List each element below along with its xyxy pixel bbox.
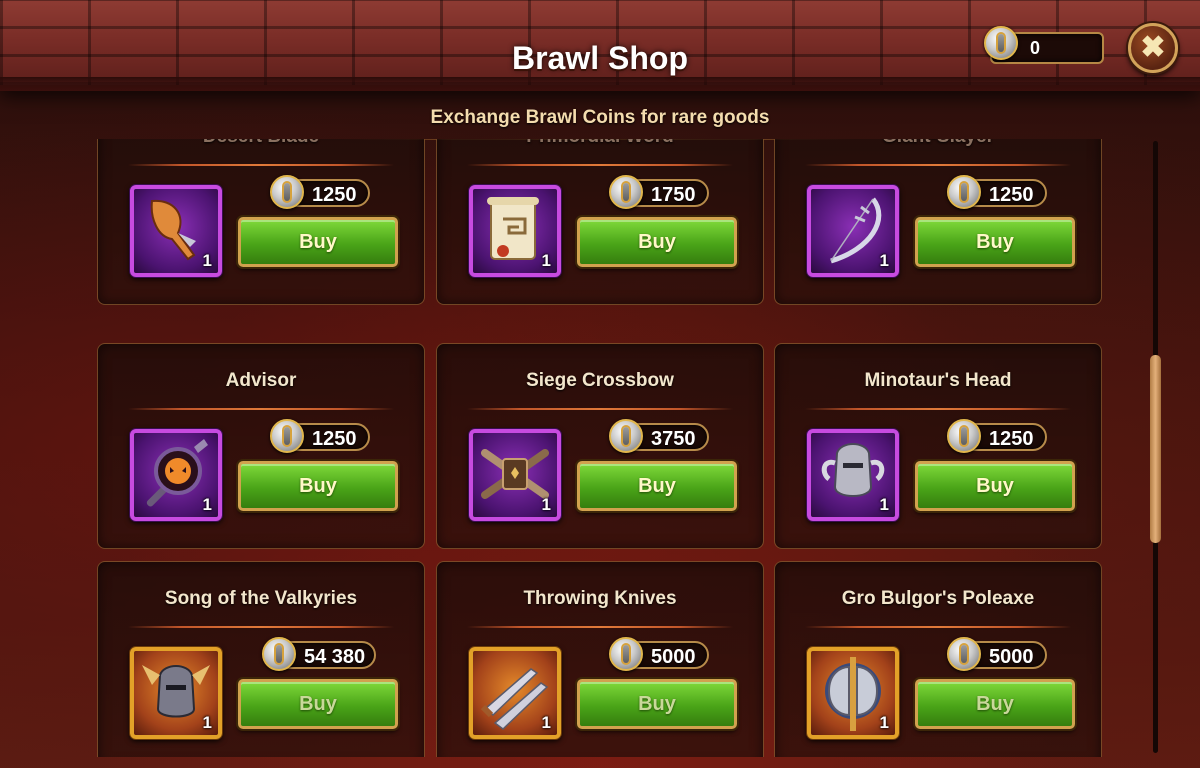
brawl-coin-icon xyxy=(609,175,643,209)
item-name: Song of the Valkyries xyxy=(164,588,358,609)
card-divider xyxy=(128,408,394,410)
item-slot[interactable]: 1 xyxy=(807,185,899,277)
buy-button[interactable]: Buy xyxy=(238,679,398,729)
buy-button[interactable]: Buy xyxy=(577,217,737,267)
close-button[interactable]: ✖ xyxy=(1128,23,1178,73)
item-price: 1250 xyxy=(312,184,357,206)
brawl-coin-icon xyxy=(947,175,981,209)
buy-button[interactable]: Buy xyxy=(577,679,737,729)
item-name: Primordial Word xyxy=(437,139,763,148)
currency-display: 0 xyxy=(984,26,1104,64)
item-name: Minotaur's Head xyxy=(864,370,1012,391)
item-slot[interactable]: 1 xyxy=(130,429,222,521)
shop-item-card: Siege Crossbow 1 3750 Buy xyxy=(436,343,764,549)
item-quantity: 1 xyxy=(202,495,212,514)
close-x-icon: ✖ xyxy=(1140,31,1166,64)
currency-value: 0 xyxy=(1030,38,1041,58)
item-slot[interactable]: 1 xyxy=(469,429,561,521)
buy-button[interactable]: Buy xyxy=(915,679,1075,729)
brawl-coin-icon xyxy=(947,637,981,671)
card-divider xyxy=(805,626,1071,628)
shop-item-grid: Desert Blade 1 1250 Buy Primordial Word … xyxy=(96,139,1136,757)
item-quantity: 1 xyxy=(202,251,212,270)
item-price: 1250 xyxy=(312,428,357,450)
card-divider xyxy=(805,408,1071,410)
item-slot[interactable]: 1 xyxy=(469,647,561,739)
price-tag: 1250 xyxy=(947,175,1047,209)
item-price: 5000 xyxy=(651,646,696,668)
buy-button[interactable]: Buy xyxy=(915,217,1075,267)
item-quantity: 1 xyxy=(879,495,889,514)
card-divider xyxy=(128,164,394,166)
item-price: 3750 xyxy=(651,428,696,450)
shop-item-card: Giant-Slayer 1 1250 Buy xyxy=(774,139,1102,305)
card-divider xyxy=(467,164,733,166)
price-tag: 5000 xyxy=(609,637,709,671)
card-divider xyxy=(467,626,733,628)
item-slot[interactable]: 1 xyxy=(807,429,899,521)
price-tag: 1250 xyxy=(270,175,370,209)
item-slot[interactable]: 1 xyxy=(807,647,899,739)
item-quantity: 1 xyxy=(879,251,889,270)
shop-item-card: Gro Bulgor's Poleaxe 1 5000 Buy xyxy=(774,561,1102,757)
shop-item-card: Minotaur's Head 1 1250 Buy xyxy=(774,343,1102,549)
card-divider xyxy=(805,164,1071,166)
price-tag: 5000 xyxy=(947,637,1047,671)
item-slot[interactable]: 1 xyxy=(130,647,222,739)
shop-item-card: Advisor 1 1250 Buy xyxy=(97,343,425,549)
item-price: 5000 xyxy=(989,646,1034,668)
scrollbar-thumb[interactable] xyxy=(1150,355,1161,543)
brawl-coin-icon xyxy=(984,26,1018,60)
item-name: Throwing Knives xyxy=(523,588,677,609)
card-divider xyxy=(467,408,733,410)
item-quantity: 1 xyxy=(202,713,212,732)
price-tag: 3750 xyxy=(609,419,709,453)
item-name: Desert Blade xyxy=(98,139,424,148)
buy-button[interactable]: Buy xyxy=(915,461,1075,511)
price-tag: 54 380 xyxy=(262,637,376,671)
item-name: Advisor xyxy=(225,370,297,391)
brawl-coin-icon xyxy=(609,419,643,453)
item-quantity: 1 xyxy=(541,251,551,270)
buy-button[interactable]: Buy xyxy=(238,461,398,511)
shop-subtitle: Exchange Brawl Coins for rare goods xyxy=(430,107,770,128)
item-price: 1250 xyxy=(989,184,1034,206)
item-name: Giant-Slayer xyxy=(775,139,1101,148)
price-tag: 1750 xyxy=(609,175,709,209)
brawl-coin-icon xyxy=(947,419,981,453)
shop-item-card: Throwing Knives 1 5000 Buy xyxy=(436,561,764,757)
brawl-coin-icon xyxy=(609,637,643,671)
price-tag: 1250 xyxy=(947,419,1047,453)
item-price: 1750 xyxy=(651,184,696,206)
brawl-coin-icon xyxy=(270,175,304,209)
item-quantity: 1 xyxy=(879,713,889,732)
item-slot[interactable]: 1 xyxy=(130,185,222,277)
buy-button[interactable]: Buy xyxy=(238,217,398,267)
card-divider xyxy=(128,626,394,628)
buy-button[interactable]: Buy xyxy=(577,461,737,511)
item-quantity: 1 xyxy=(541,713,551,732)
item-slot[interactable]: 1 xyxy=(469,185,561,277)
brawl-coin-icon xyxy=(262,637,296,671)
item-quantity: 1 xyxy=(541,495,551,514)
shop-item-card: Desert Blade 1 1250 Buy xyxy=(97,139,425,305)
item-name: Siege Crossbow xyxy=(526,370,674,391)
price-tag: 1250 xyxy=(270,419,370,453)
shop-item-card: Primordial Word 1 1750 Buy xyxy=(436,139,764,305)
brawl-coin-icon xyxy=(270,419,304,453)
item-price: 54 380 xyxy=(304,646,366,668)
item-name: Gro Bulgor's Poleaxe xyxy=(841,588,1035,609)
shop-item-card: Song of the Valkyries 1 54 380 Buy xyxy=(97,561,425,757)
item-price: 1250 xyxy=(989,428,1034,450)
